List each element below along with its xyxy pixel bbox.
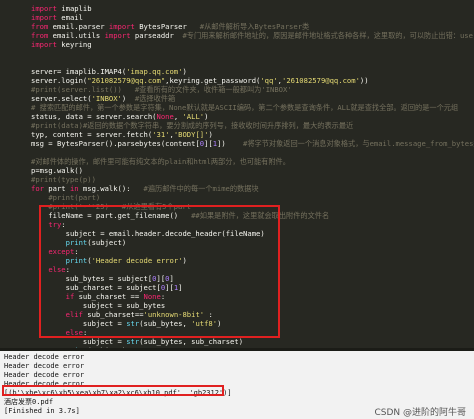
watermark: CSDN @进阶的阿牛哥 (374, 408, 466, 418)
line-gutter (0, 0, 26, 348)
code-line: from email.utils import parseaddr #专门用来解… (31, 31, 474, 40)
code-editor[interactable]: import imaplib import email from email.par… (0, 0, 474, 348)
console-line: [Finished in 3.7s] (4, 407, 80, 415)
console-line: 酒店发票0.pdf (4, 398, 54, 406)
console-line: Header decode error (4, 371, 85, 379)
console-line: Header decode error (4, 353, 85, 361)
console-highlight-box (2, 385, 224, 396)
code-highlight-box (39, 205, 280, 338)
code-line: import keyring (31, 40, 92, 49)
code-line: msg = BytesParser().parsebytes(content[0… (31, 139, 474, 148)
console-line: Header decode error (4, 362, 85, 370)
